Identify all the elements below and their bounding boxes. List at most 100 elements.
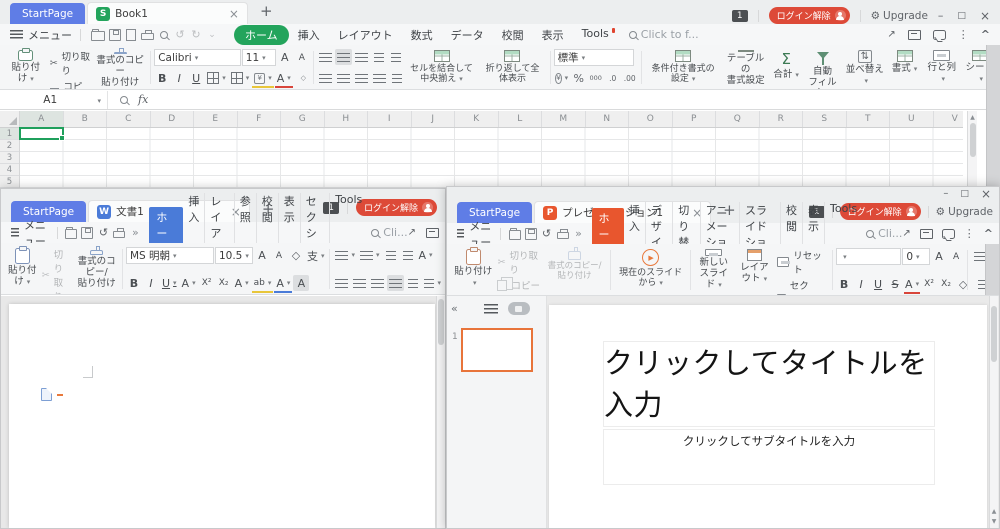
pp-reset-button[interactable]: リセット xyxy=(775,247,829,277)
slide-canvas[interactable]: クリックしてタイトルを入力 クリックしてサブタイトルを入力 xyxy=(549,305,987,528)
ss-logout-button[interactable]: ログイン解除 xyxy=(769,7,850,24)
orientation-button[interactable] xyxy=(389,70,405,86)
wr-vertical-scrollbar[interactable] xyxy=(436,296,445,528)
font-decrease-button[interactable]: A xyxy=(948,249,964,265)
wr-logout-button[interactable]: ログイン解除 xyxy=(356,199,437,216)
column-header-6[interactable]: G xyxy=(281,111,325,127)
slide-view-toggle[interactable] xyxy=(508,302,530,315)
undo-icon[interactable] xyxy=(95,225,111,241)
pp-section-button[interactable]: セクション xyxy=(775,277,829,296)
collapse-ribbon-icon[interactable] xyxy=(984,227,993,240)
ss-menu-item-5[interactable]: 表示 xyxy=(533,27,573,43)
line-spacing-button[interactable] xyxy=(405,275,421,291)
pp-play-from-current-button[interactable]: 現在のスライドから xyxy=(614,247,687,293)
wr-paste-button[interactable]: 貼り付け xyxy=(5,246,40,292)
increase-decimal-button[interactable] xyxy=(622,70,638,86)
column-header-7[interactable]: H xyxy=(325,111,369,127)
ss-menu-item-1[interactable]: レイアウト xyxy=(329,27,402,43)
align-right-button[interactable] xyxy=(353,70,370,86)
align-right-button[interactable] xyxy=(369,275,386,291)
row-header-3[interactable]: 4 xyxy=(0,164,19,176)
align-center-button[interactable] xyxy=(335,70,352,86)
share-icon[interactable] xyxy=(902,228,910,239)
phonetic-guide-button[interactable]: 支 xyxy=(305,248,327,264)
comment-icon[interactable] xyxy=(942,229,955,239)
ss-search-box[interactable]: Click to f... xyxy=(629,28,699,41)
share-icon[interactable] xyxy=(408,227,416,238)
ss-sort-button[interactable]: 並べ替え xyxy=(842,48,887,87)
collapse-ribbon-icon[interactable] xyxy=(981,28,990,41)
wr-font-name-select[interactable]: MS 明朝 xyxy=(126,247,214,264)
wr-document-area[interactable] xyxy=(1,296,445,528)
bold-button[interactable]: B xyxy=(154,70,170,86)
char-shading-button[interactable]: A xyxy=(293,275,309,291)
underline-button[interactable]: U xyxy=(870,276,886,292)
save-icon[interactable] xyxy=(109,29,121,41)
wr-cut-button[interactable]: 切り取り xyxy=(40,246,75,295)
pp-minimize-button[interactable] xyxy=(943,188,948,199)
column-header-11[interactable]: L xyxy=(499,111,543,127)
list-settings-button[interactable] xyxy=(422,275,443,291)
column-header-17[interactable]: R xyxy=(760,111,804,127)
ss-autofilter-button[interactable]: 自動 フィルタ xyxy=(803,48,843,87)
scroll-down-icon[interactable] xyxy=(992,516,997,526)
hamburger-icon[interactable] xyxy=(10,30,23,39)
select-all-corner[interactable] xyxy=(0,111,20,128)
ss-sum-button[interactable]: 合計 xyxy=(770,48,803,87)
clear-format-button[interactable] xyxy=(294,70,310,86)
ss-menu-item-4[interactable]: 校閲 xyxy=(493,27,533,43)
selection-a1[interactable] xyxy=(19,127,64,140)
undo-icon[interactable] xyxy=(539,226,555,242)
more-icon[interactable] xyxy=(958,28,969,41)
ss-font-name-select[interactable]: Calibri xyxy=(154,49,241,66)
save-icon[interactable] xyxy=(525,228,537,240)
ss-menu-button[interactable]: メニュー xyxy=(28,27,72,43)
superscript-button[interactable]: X² xyxy=(921,276,937,292)
ss-table-format-button[interactable]: テーブルの 書式設定 xyxy=(722,48,770,87)
ss-menu-item-0[interactable]: 挿入 xyxy=(289,27,329,43)
increase-indent-button[interactable] xyxy=(388,49,404,65)
wr-search-box[interactable]: Cli... xyxy=(371,226,407,239)
font-increase-button[interactable]: A xyxy=(931,249,947,265)
undo-icon[interactable] xyxy=(172,27,188,43)
column-header-20[interactable]: U xyxy=(890,111,934,127)
column-header-2[interactable]: C xyxy=(107,111,151,127)
preview-icon[interactable] xyxy=(160,31,168,39)
ss-restore-button[interactable] xyxy=(957,11,966,21)
outline-view-icon[interactable] xyxy=(484,304,498,314)
pp-font-name-select[interactable] xyxy=(836,248,901,265)
strikethrough-button[interactable]: S xyxy=(887,276,903,292)
switch-window-icon[interactable] xyxy=(908,30,921,40)
more-tools-icon[interactable] xyxy=(127,225,143,241)
ss-paste-button[interactable]: 貼り付け xyxy=(4,48,48,87)
subtitle-placeholder[interactable]: クリックしてサブタイトルを入力 xyxy=(603,429,935,485)
align-left-button[interactable] xyxy=(333,275,350,291)
decrease-decimal-button[interactable] xyxy=(605,70,621,86)
ss-rowcol-button[interactable]: 行と列 xyxy=(922,48,962,87)
italic-button[interactable]: I xyxy=(171,70,187,86)
align-left-button[interactable] xyxy=(317,70,334,86)
ss-number-format-select[interactable]: 標準 xyxy=(554,49,634,66)
justify-button[interactable] xyxy=(371,70,388,86)
font-color-button[interactable]: A xyxy=(274,275,292,291)
column-header-8[interactable]: I xyxy=(368,111,412,127)
collapse-panel-icon[interactable] xyxy=(451,302,458,315)
formula-input[interactable] xyxy=(156,91,1000,109)
pp-tab-startpage[interactable]: StartPage xyxy=(457,202,532,223)
thousands-separator-button[interactable] xyxy=(588,70,604,86)
pp-new-slide-button[interactable]: 新しい スライド xyxy=(694,247,733,293)
italic-button[interactable]: I xyxy=(143,275,159,291)
scroll-up-icon[interactable] xyxy=(970,111,975,123)
draw-border-button[interactable] xyxy=(229,70,252,86)
hamburger-icon[interactable] xyxy=(457,229,464,238)
fx-button[interactable]: fx xyxy=(138,93,148,106)
row-header-4[interactable]: 5 xyxy=(0,176,19,188)
align-center-button[interactable] xyxy=(351,275,368,291)
clear-format-button[interactable] xyxy=(955,276,971,292)
column-header-12[interactable]: M xyxy=(542,111,586,127)
ss-merge-center-button[interactable]: セルを結合して中央揃え xyxy=(405,48,478,87)
inline-doc-icon[interactable] xyxy=(41,388,52,401)
pp-layout-button[interactable]: レイアウト xyxy=(733,247,775,293)
column-header-19[interactable]: T xyxy=(847,111,891,127)
ss-tab-startpage[interactable]: StartPage xyxy=(10,3,85,24)
